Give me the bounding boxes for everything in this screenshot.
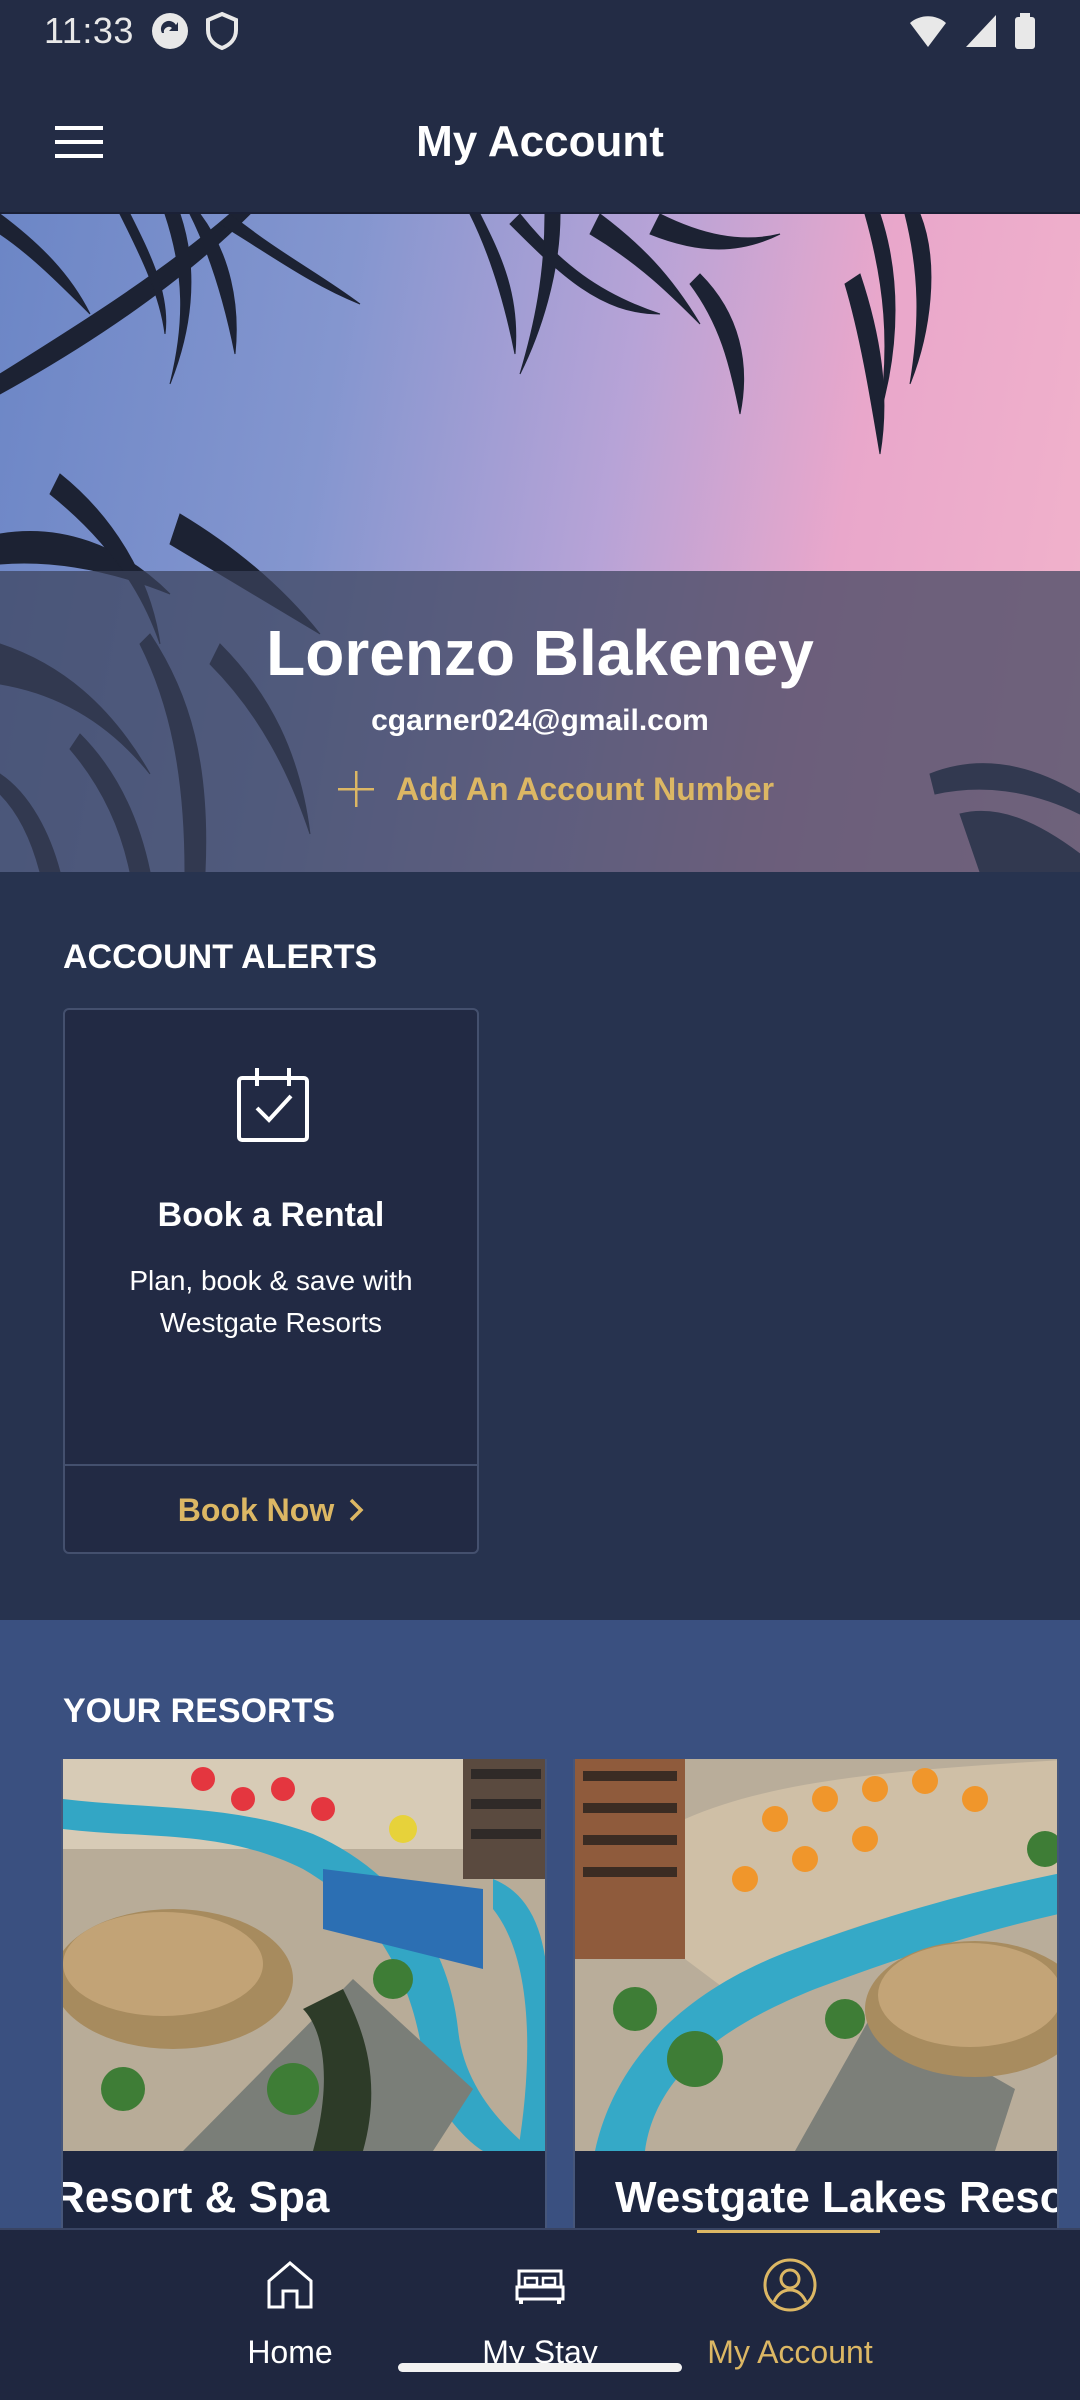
alert-card-title: Book a Rental — [157, 1196, 385, 1234]
nav-item-my-account[interactable]: My Account — [690, 2250, 890, 2390]
book-rental-card[interactable]: Book a Rental Plan, book & save with Wes… — [63, 1008, 479, 1554]
status-system-icons — [908, 13, 1036, 49]
resort-name: Westgate Lakes Resor — [615, 2173, 1059, 2222]
calendar-check-icon — [237, 1068, 309, 1142]
wifi-icon — [910, 16, 946, 47]
page-title: My Account — [416, 117, 664, 166]
resort-card[interactable]: Westgate Lakes Resor — [573, 1759, 1059, 2230]
app-header: My Account — [0, 62, 1080, 214]
your-resorts-title: YOUR RESORTS — [63, 1692, 336, 1730]
nav-item-home[interactable]: Home — [190, 2250, 390, 2390]
resort-name-underline — [697, 2230, 880, 2233]
bed-icon — [515, 2269, 565, 2304]
alert-card-description: Plan, book & save with Westgate Resorts — [129, 1265, 413, 1338]
profile-hero: Lorenzo Blakeney cgarner024@gmail.com Ad… — [0, 214, 1080, 872]
home-icon — [267, 2261, 313, 2309]
your-resorts-section: YOUR RESORTS Resort & Spa Westgate Lakes… — [0, 1620, 1080, 2230]
add-account-number-label: Add An Account Number — [396, 770, 775, 807]
book-now-button[interactable]: Book Now — [65, 1466, 477, 1554]
status-bar: 11:33 — [0, 0, 1080, 62]
add-account-number-button[interactable]: Add An Account Number — [336, 764, 774, 814]
signal-icon — [966, 15, 996, 47]
battery-icon — [1015, 13, 1035, 49]
status-notification-icons — [150, 11, 240, 51]
shield-icon — [205, 11, 238, 51]
account-alerts-title: ACCOUNT ALERTS — [63, 938, 378, 976]
profile-name: Lorenzo Blakeney — [266, 617, 814, 689]
book-now-label: Book Now — [177, 1491, 335, 1528]
account-alerts-section: ACCOUNT ALERTS Book a Rental Plan, book … — [0, 872, 1080, 1620]
plus-icon — [338, 771, 374, 807]
resort-card[interactable]: Resort & Spa — [61, 1759, 547, 2230]
user-circle-icon — [763, 2258, 817, 2312]
sync-icon — [151, 13, 188, 49]
resort-photo — [575, 1759, 1057, 2151]
resort-photo — [63, 1759, 545, 2151]
resort-name: Resort & Spa — [61, 2173, 330, 2222]
nav-label-home: Home — [247, 2334, 333, 2370]
gesture-navigation-bar[interactable] — [398, 2363, 682, 2372]
bottom-navigation: Home My Stay My Account — [0, 2228, 1080, 2400]
profile-email: cgarner024@gmail.com — [371, 704, 709, 737]
nav-label-my-account: My Account — [707, 2334, 873, 2370]
status-time: 11:33 — [44, 10, 134, 51]
chevron-right-icon — [349, 1498, 364, 1522]
